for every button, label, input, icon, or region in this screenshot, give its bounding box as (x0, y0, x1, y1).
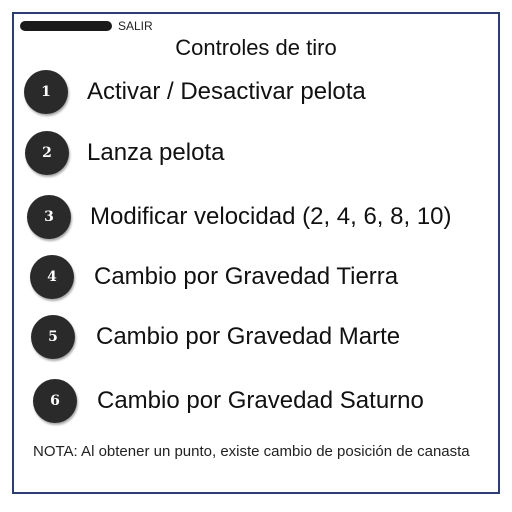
control-item-4: 4 Cambio por Gravedad Tierra (30, 255, 398, 299)
note-text: NOTA: Al obtener un punto, existe cambio… (33, 443, 470, 460)
number-badge-1: 1 (24, 70, 68, 114)
control-label-5: Cambio por Gravedad Marte (96, 323, 401, 350)
number-badge-4: 4 (30, 255, 74, 299)
exit-bar-button[interactable] (20, 21, 112, 31)
control-item-5: 5 Cambio por Gravedad Marte (31, 315, 400, 359)
exit-label[interactable]: SALIR (118, 19, 153, 33)
number-badge-2: 2 (25, 131, 69, 175)
control-label-6: Cambio por Gravedad Saturno (97, 387, 424, 414)
control-item-3: 3 Modificar velocidad (2, 4, 6, 8, 10) (27, 195, 452, 239)
control-item-1: 1 Activar / Desactivar pelota (24, 70, 366, 114)
number-badge-5: 5 (31, 315, 75, 359)
number-badge-3: 3 (27, 195, 71, 239)
control-label-3: Modificar velocidad (2, 4, 6, 8, 10) (90, 203, 452, 230)
panel-edge-line (498, 68, 500, 430)
control-item-2: 2 Lanza pelota (25, 131, 224, 175)
page-title: Controles de tiro (175, 35, 337, 60)
controls-screen: SALIR Controles de tiro 1 Activar / Desa… (0, 0, 512, 512)
control-item-6: 6 Cambio por Gravedad Saturno (33, 379, 424, 423)
number-badge-6: 6 (33, 379, 77, 423)
control-label-2: Lanza pelota (87, 139, 225, 166)
control-label-1: Activar / Desactivar pelota (87, 78, 366, 105)
control-label-4: Cambio por Gravedad Tierra (94, 263, 399, 290)
